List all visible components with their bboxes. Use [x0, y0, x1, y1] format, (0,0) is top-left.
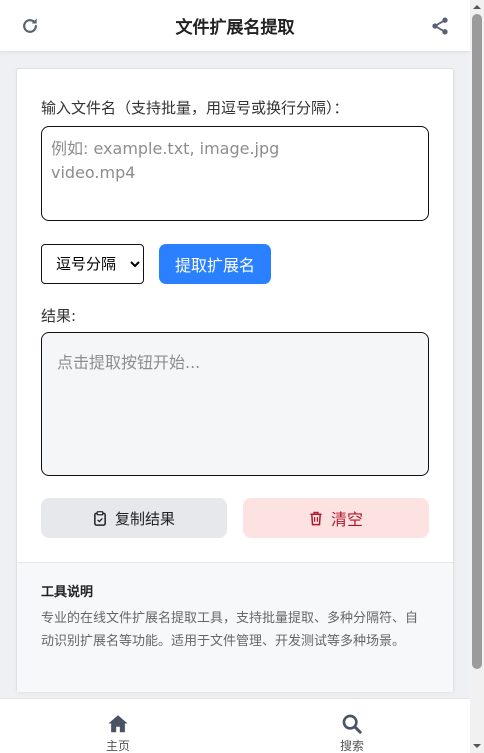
- separator-select[interactable]: 逗号分隔: [41, 244, 144, 284]
- page-title: 文件扩展名提取: [175, 18, 295, 38]
- result-output[interactable]: [41, 332, 429, 476]
- nav-label-home: 主页: [105, 739, 130, 753]
- extract-button[interactable]: 提取扩展名: [159, 244, 271, 284]
- input-label: 输入文件名（支持批量，用逗号或换行分隔）：: [41, 99, 349, 117]
- description-text: 专业的在线文件扩展名提取工具，支持批量提取、多种分隔符、自动识别扩展名等功能。适…: [41, 611, 419, 649]
- trash-icon: [310, 511, 322, 525]
- result-label: 结果:: [41, 307, 77, 325]
- scroll-down-arrow-icon[interactable]: [472, 741, 482, 751]
- app-header: 文件扩展名提取: [0, 0, 470, 52]
- bottom-nav: 主页 搜索: [0, 698, 470, 753]
- scroll-up-arrow-icon[interactable]: [472, 2, 482, 12]
- tool-description: 工具说明 专业的在线文件扩展名提取工具，支持批量提取、多种分隔符、自动识别扩展名…: [17, 562, 453, 692]
- tool-card: 输入文件名（支持批量，用逗号或换行分隔）： 逗号分隔 提取扩展名 结果: 复制结…: [16, 68, 454, 692]
- nav-label-search: 搜索: [339, 739, 364, 753]
- refresh-icon[interactable]: [20, 16, 40, 36]
- copy-result-button[interactable]: 复制结果: [41, 498, 227, 538]
- description-title: 工具说明: [41, 585, 94, 600]
- clipboard-icon: [94, 510, 106, 526]
- nav-item-home[interactable]: 主页: [78, 699, 158, 753]
- filename-input[interactable]: [41, 126, 429, 221]
- clear-button[interactable]: 清空: [243, 498, 429, 538]
- share-icon[interactable]: [430, 16, 450, 36]
- search-icon: [342, 714, 362, 734]
- copy-result-label: 复制结果: [114, 509, 175, 528]
- nav-item-search[interactable]: 搜索: [312, 699, 392, 753]
- scrollbar-thumb[interactable]: [472, 14, 482, 669]
- clear-label: 清空: [330, 510, 363, 529]
- home-icon: [108, 715, 128, 733]
